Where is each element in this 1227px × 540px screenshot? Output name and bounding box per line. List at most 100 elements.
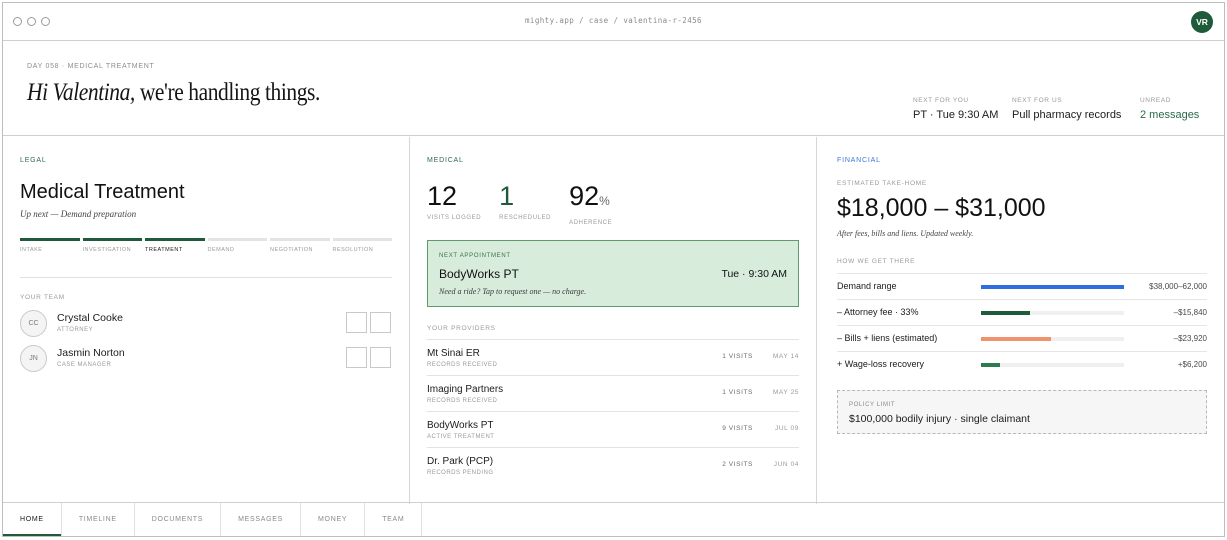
tab-money[interactable]: MONEY <box>301 503 366 536</box>
call-button[interactable] <box>370 312 391 333</box>
step-label: INVESTIGATION <box>82 247 132 253</box>
stat-unit: % <box>599 194 610 208</box>
provider-row[interactable]: Imaging Partners RECORDS RECEIVED 1 VISI… <box>427 375 799 411</box>
financial-section-label: FINANCIAL <box>837 157 881 164</box>
step-label: NEGOTIATION <box>270 247 313 253</box>
app-window: mighty.app / case / valentina-r-2456 VR … <box>2 2 1225 537</box>
breakdown-row: + Wage-loss recovery +$6,200 <box>837 351 1207 377</box>
provider-date: MAY 25 <box>772 389 799 396</box>
stat-visits: 12 VISITS LOGGED <box>427 181 481 226</box>
breakdown-track <box>981 337 1124 341</box>
page-title: Hi Valentina, we're handling things. <box>27 79 320 107</box>
greeting-rest: we're handling things. <box>134 79 321 106</box>
breakdown-row: – Attorney fee · 33% –$15,840 <box>837 299 1207 325</box>
next-appointment-card[interactable]: NEXT APPOINTMENT BodyWorks PT Tue · 9:30… <box>427 240 799 307</box>
provider-row[interactable]: Mt Sinai ER RECORDS RECEIVED 1 VISITS MA… <box>427 339 799 375</box>
avatar: CC <box>20 310 47 337</box>
tab-home[interactable]: HOME <box>3 503 62 536</box>
step-bar <box>82 238 142 241</box>
stat-label: RESCHEDULED <box>499 215 552 221</box>
step-bar <box>207 238 267 241</box>
step-demand: DEMAND <box>207 238 267 253</box>
provider-name: Imaging Partners <box>427 384 504 395</box>
stat-rescheduled: 1 RESCHEDULED <box>499 181 551 226</box>
url-bar[interactable]: mighty.app / case / valentina-r-2456 <box>3 16 1224 25</box>
tab-messages[interactable]: MESSAGES <box>221 503 302 536</box>
member-name: Jasmin Norton <box>57 347 125 359</box>
stat-value: 12 <box>427 181 481 211</box>
provider-status: RECORDS RECEIVED <box>427 398 498 404</box>
appointment-name: BodyWorks PT <box>439 267 519 281</box>
breakdown-row: Demand range $38,000–62,000 <box>837 273 1207 299</box>
provider-name: BodyWorks PT <box>427 420 494 431</box>
breakdown-track <box>981 311 1124 315</box>
call-button[interactable] <box>370 347 391 368</box>
breakdown-fill <box>981 337 1052 341</box>
breakdown-value: +$6,200 <box>1177 360 1207 369</box>
next-for-us-label: NEXT FOR US <box>1012 97 1063 104</box>
next-for-you-label: NEXT FOR YOU <box>913 97 969 104</box>
stat-number: 12 <box>427 181 458 211</box>
provider-date: MAY 14 <box>772 353 799 360</box>
tab-documents[interactable]: DOCUMENTS <box>135 503 222 536</box>
up-next-text: Up next — Demand preparation <box>20 209 137 219</box>
step-label: DEMAND <box>207 247 235 253</box>
stat-adherence: 92% ADHERENCE <box>569 181 612 226</box>
breakdown-track <box>981 363 1124 367</box>
provider-visits: 1 VISITS <box>722 389 753 396</box>
day-eyebrow: DAY 058 · MEDICAL TREATMENT <box>27 63 155 70</box>
divider <box>20 277 392 278</box>
bottom-nav: HOME TIMELINE DOCUMENTS MESSAGES MONEY T… <box>3 502 1224 536</box>
financial-panel: FINANCIAL ESTIMATED TAKE-HOME $18,000 – … <box>817 137 1226 504</box>
unread-label: UNREAD <box>1140 97 1172 104</box>
medical-stats: 12 VISITS LOGGED 1 RESCHEDULED 92% ADHER… <box>427 181 630 226</box>
member-role: ATTORNEY <box>57 327 94 333</box>
breakdown-value: $38,000–62,000 <box>1149 282 1207 291</box>
step-negotiation: NEGOTIATION <box>270 238 330 253</box>
step-bar <box>145 238 205 241</box>
stat-number: 92 <box>569 181 600 211</box>
breakdown-fill <box>981 311 1030 315</box>
provider-row[interactable]: BodyWorks PT ACTIVE TREATMENT 9 VISITS J… <box>427 411 799 447</box>
provider-visits: 2 VISITS <box>722 461 753 468</box>
stat-value: 1 <box>499 181 551 211</box>
next-for-you: NEXT FOR YOU PT · Tue 9:30 AM <box>913 97 998 121</box>
ride-request-link[interactable]: Need a ride? Tap to request one — no cha… <box>439 287 586 296</box>
provider-visits: 9 VISITS <box>722 425 753 432</box>
greeting-name: Hi Valentina, <box>27 79 135 106</box>
breakdown-label: Demand range <box>837 281 897 291</box>
provider-visits: 1 VISITS <box>722 353 753 360</box>
providers-list: Mt Sinai ER RECORDS RECEIVED 1 VISITS MA… <box>427 339 799 483</box>
page-header: DAY 058 · MEDICAL TREATMENT Hi Valentina… <box>3 41 1224 136</box>
provider-date: JUL 09 <box>775 425 799 432</box>
medical-panel: MEDICAL 12 VISITS LOGGED 1 RESCHEDULED 9… <box>410 137 817 504</box>
stat-label: VISITS LOGGED <box>427 215 482 221</box>
message-button[interactable] <box>346 347 367 368</box>
provider-date: JUN 04 <box>773 461 799 468</box>
step-bar <box>332 238 392 241</box>
breakdown-fill <box>981 285 1124 289</box>
legal-panel: LEGAL Medical Treatment Up next — Demand… <box>3 137 410 504</box>
unread-messages-link[interactable]: 2 messages <box>1140 109 1199 121</box>
message-button[interactable] <box>346 312 367 333</box>
step-bar <box>20 238 80 241</box>
step-intake: INTAKE <box>20 238 80 253</box>
tab-timeline[interactable]: TIMELINE <box>62 503 135 536</box>
breakdown-row: – Bills + liens (estimated) –$23,920 <box>837 325 1207 351</box>
stat-label: ADHERENCE <box>569 220 613 226</box>
step-resolution: RESOLUTION <box>332 238 392 253</box>
provider-row[interactable]: Dr. Park (PCP) RECORDS PENDING 2 VISITS … <box>427 447 799 483</box>
unread: UNREAD 2 messages <box>1140 97 1199 121</box>
breakdown-fill <box>981 363 1000 367</box>
step-label: RESOLUTION <box>332 247 374 253</box>
user-avatar[interactable]: VR <box>1191 11 1213 33</box>
appointment-time: Tue · 9:30 AM <box>721 268 787 280</box>
tab-team[interactable]: TEAM <box>365 503 423 536</box>
medical-section-label: MEDICAL <box>427 157 464 164</box>
stage-title: Medical Treatment <box>20 181 185 203</box>
providers-label: YOUR PROVIDERS <box>427 325 496 332</box>
policy-value: $100,000 bodily injury · single claimant <box>849 413 1030 425</box>
case-progress: INTAKE INVESTIGATION TREATMENT DEMAND NE… <box>20 238 392 253</box>
member-name: Crystal Cooke <box>57 312 123 324</box>
breakdown-label: HOW WE GET THERE <box>837 258 916 265</box>
